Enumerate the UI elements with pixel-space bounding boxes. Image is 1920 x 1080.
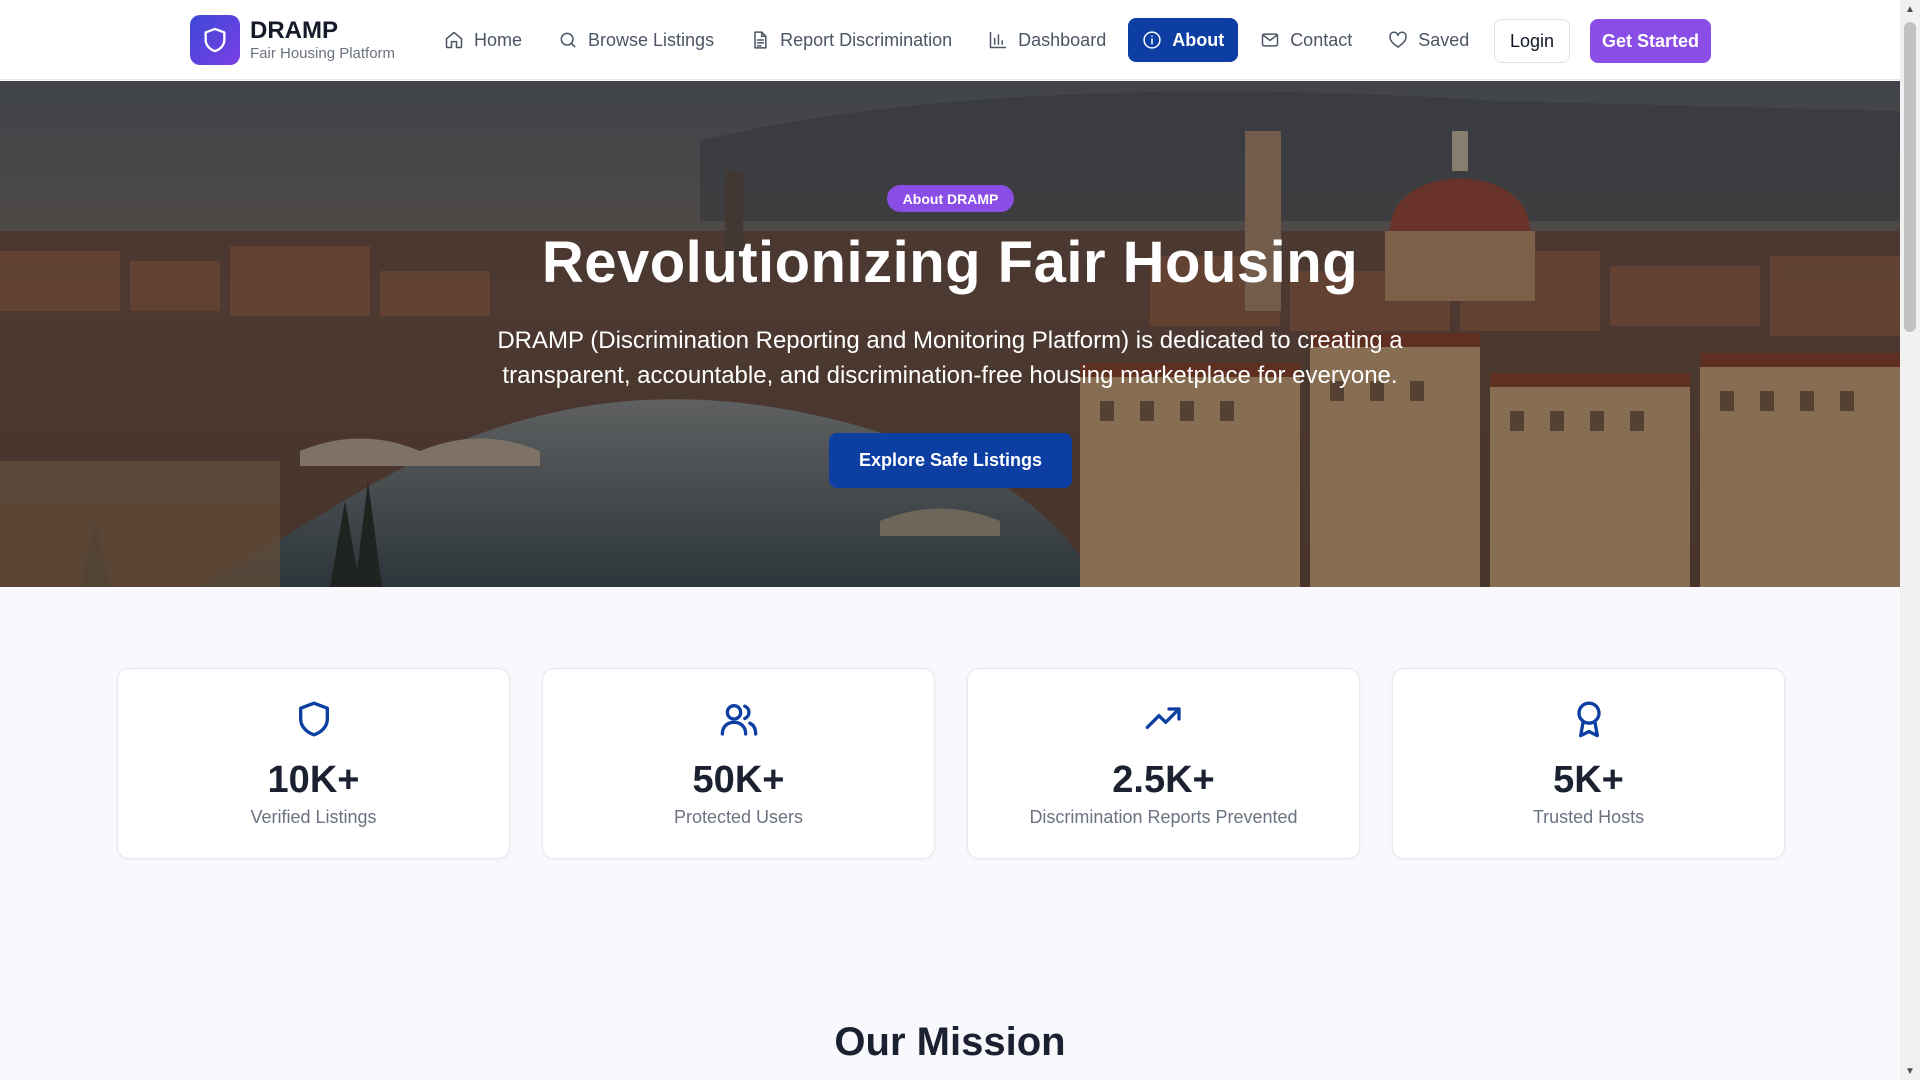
nav-item-contact[interactable]: Contact <box>1246 18 1366 62</box>
stat-card-verified-listings: 10K+ Verified Listings <box>117 668 510 859</box>
users-icon <box>720 704 758 736</box>
stat-value: 10K+ <box>267 759 360 801</box>
nav-item-label: Dashboard <box>1018 29 1107 50</box>
page: DRAMP Fair Housing Platform Home Browse … <box>0 0 1920 1080</box>
stat-label: Discrimination Reports Prevented <box>1029 807 1298 827</box>
hero-description: DRAMP (Discrimination Reporting and Moni… <box>497 327 1403 389</box>
mail-icon <box>1261 33 1279 47</box>
shield-icon <box>204 27 226 53</box>
nav-item-saved[interactable]: Saved <box>1374 18 1483 62</box>
hero-title: Revolutionizing Fair Housing <box>541 230 1359 295</box>
nav-item-about[interactable]: About <box>1128 18 1239 62</box>
brand[interactable]: DRAMP Fair Housing Platform <box>190 15 395 65</box>
nav-item-label: Home <box>474 29 523 50</box>
info-icon <box>1143 31 1161 49</box>
stat-icon-wrapper <box>1569 699 1609 739</box>
brand-text: DRAMP Fair Housing Platform <box>250 17 396 62</box>
stat-card-trusted-hosts: 5K+ Trusted Hosts <box>1392 668 1785 859</box>
top-navbar: DRAMP Fair Housing Platform Home Browse … <box>0 0 1900 80</box>
nav-item-browse-listings[interactable]: Browse Listings <box>544 18 728 62</box>
stat-card-reports-prevented: 2.5K+ Discrimination Reports Prevented <box>967 668 1360 859</box>
scroll-up-arrow-icon[interactable]: ▲ <box>1900 0 1920 18</box>
nav-item-report-discrimination[interactable]: Report Discrimination <box>736 18 966 62</box>
explore-safe-listings-button[interactable]: Explore Safe Listings <box>829 433 1072 488</box>
about-badge: About DRAMP <box>887 185 1014 212</box>
bar-chart-icon <box>989 31 1007 49</box>
stat-icon-wrapper <box>1144 699 1184 739</box>
nav-item-label: About <box>1172 29 1225 50</box>
brand-logo <box>190 15 240 65</box>
scroll-down-arrow-icon[interactable]: ▼ <box>1900 1062 1920 1080</box>
page-content: DRAMP Fair Housing Platform Home Browse … <box>0 0 1900 1080</box>
nav-item-label: Browse Listings <box>588 29 715 50</box>
login-button[interactable]: Login <box>1494 19 1570 63</box>
page-scrollbar[interactable]: ▲ ▼ <box>1900 0 1920 1080</box>
stat-icon-wrapper <box>294 699 334 739</box>
stat-icon-wrapper <box>719 699 759 739</box>
stat-label: Verified Listings <box>250 807 377 827</box>
nav-item-dashboard[interactable]: Dashboard <box>974 18 1120 62</box>
stat-label: Trusted Hosts <box>1532 807 1645 827</box>
nav-item-label: Saved <box>1418 29 1470 50</box>
nav-item-label: Contact <box>1290 29 1353 50</box>
nav-item-home[interactable]: Home <box>430 18 536 62</box>
brand-tagline: Fair Housing Platform <box>250 45 396 62</box>
shield-icon <box>299 701 329 737</box>
mission-title: Our Mission <box>834 1020 1066 1064</box>
nav-item-label: Report Discrimination <box>780 29 953 50</box>
get-started-button[interactable]: Get Started <box>1590 19 1711 63</box>
trending-up-icon <box>1145 707 1181 729</box>
stat-value: 50K+ <box>692 759 785 801</box>
document-icon <box>754 31 767 49</box>
stat-value: 2.5K+ <box>1112 759 1215 801</box>
home-icon <box>445 31 463 49</box>
search-icon <box>560 32 576 48</box>
scrollbar-thumb[interactable] <box>1904 22 1916 332</box>
hero-section: About DRAMP Revolutionizing Fair Housing… <box>0 81 1900 587</box>
stat-value: 5K+ <box>1553 759 1624 801</box>
brand-name: DRAMP <box>250 17 338 44</box>
stat-card-protected-users: 50K+ Protected Users <box>542 668 935 859</box>
main-nav: Home Browse Listings Report Discriminati… <box>430 18 1491 62</box>
stats-section: 10K+ Verified Listings 50K+ Protected Us… <box>117 668 1785 859</box>
heart-icon <box>1389 31 1407 48</box>
stat-label: Protected Users <box>673 807 804 827</box>
award-icon <box>1577 701 1601 738</box>
